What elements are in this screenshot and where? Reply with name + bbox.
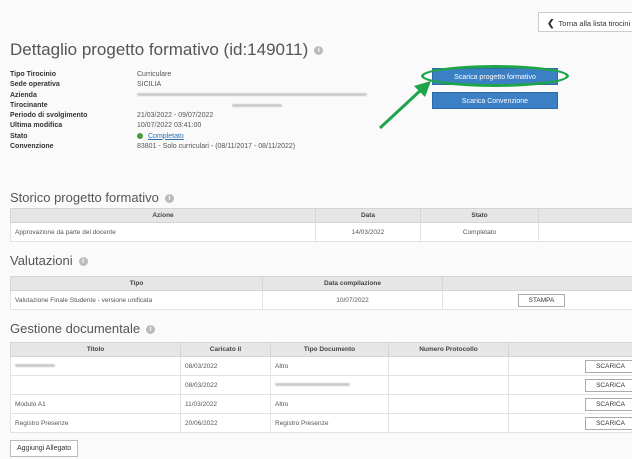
table-row: 08/03/2022 Altro SCARICA: [10, 356, 632, 376]
table-row: 08/03/2022 SCARICA: [10, 375, 632, 395]
redacted-company: [137, 91, 367, 101]
redacted-trainee: [137, 101, 282, 111]
table-row: Approvazione da parte del docente 14/03/…: [10, 222, 632, 242]
print-button[interactable]: STAMPA: [517, 293, 566, 307]
status-dot-icon: [137, 132, 143, 139]
documenti-title: Gestione documentale i: [10, 321, 156, 336]
table-header-row: Tipo Data compilazione: [10, 276, 632, 291]
storico-title: Storico progetto formativo i: [10, 190, 174, 205]
info-icon: i: [164, 194, 174, 204]
redacted-title: [10, 356, 181, 376]
table-row: Registro Presenze 20/06/2022 Registro Pr…: [10, 413, 632, 433]
info-icon: i: [314, 46, 324, 56]
status-link[interactable]: Completato: [148, 133, 184, 140]
documenti-table: Titolo Caricato il Tipo Documento Numero…: [10, 342, 632, 433]
redacted-type: [270, 375, 389, 395]
download-button[interactable]: SCARICA: [585, 378, 632, 392]
table-row: Valutazione Finale Studente - versione u…: [10, 290, 632, 310]
table-header-row: Titolo Caricato il Tipo Documento Numero…: [10, 342, 632, 357]
info-icon: i: [146, 325, 156, 335]
annotation-arrow-icon: [378, 81, 431, 130]
download-convention-button[interactable]: Scarica Convenzione: [432, 92, 558, 109]
storico-table: Azione Data Stato Approvazione da parte …: [10, 208, 632, 242]
valutazioni-table: Tipo Data compilazione Valutazione Final…: [10, 276, 632, 310]
download-button[interactable]: SCARICA: [585, 397, 632, 411]
download-button[interactable]: SCARICA: [585, 359, 632, 373]
back-to-list-label: Torna alla lista tirocini: [558, 19, 631, 28]
back-to-list-button[interactable]: ❮ Torna alla lista tirocini: [538, 12, 632, 32]
page-title: Dettaglio progetto formativo (id:149011)…: [10, 40, 324, 60]
add-attachment-button[interactable]: Aggiungi Allegato: [10, 440, 79, 457]
download-button[interactable]: SCARICA: [585, 416, 632, 430]
info-icon: i: [78, 257, 88, 267]
table-header-row: Azione Data Stato: [10, 208, 632, 223]
download-project-button[interactable]: Scarica progetto formativo: [432, 68, 558, 85]
valutazioni-title: Valutazioni i: [10, 253, 88, 268]
chevron-left-icon: ❮: [547, 18, 555, 28]
table-row: Modulo A1 11/03/2022 Altro SCARICA: [10, 394, 632, 414]
